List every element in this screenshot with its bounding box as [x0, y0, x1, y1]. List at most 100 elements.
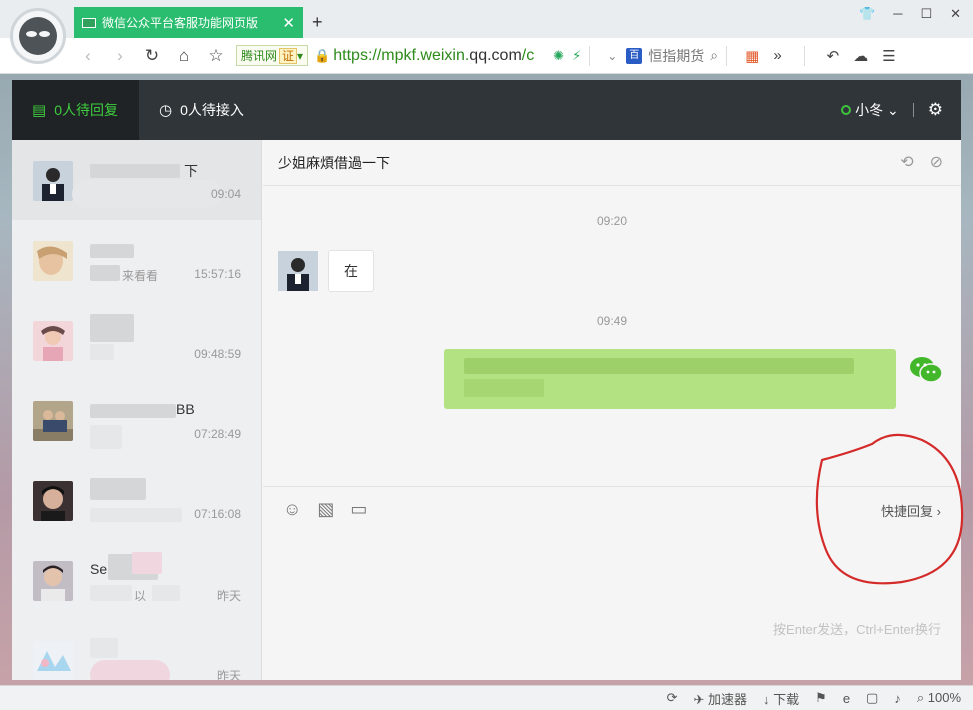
dropdown-chevron-icon[interactable]: ⌄ [598, 49, 626, 63]
close-tab-icon[interactable]: ✕ [282, 14, 295, 32]
blurred-name [90, 244, 134, 258]
browser-tab[interactable]: 微信公众平台客服功能网页版 ✕ [74, 7, 303, 38]
conversation-item[interactable]: 来看看 15:57:16 [12, 220, 261, 300]
blurred-preview [72, 180, 222, 208]
ie-icon[interactable]: e [843, 691, 850, 706]
maximize-button[interactable]: ☐ [920, 6, 932, 22]
transfer-session-icon[interactable]: ⟲ [900, 152, 913, 172]
mask-icon [19, 17, 57, 55]
close-session-icon[interactable]: ⊘ [930, 152, 943, 172]
divider [803, 45, 805, 66]
apps-grid-icon[interactable]: ▦ [745, 47, 759, 65]
url-host: qq.com [469, 46, 522, 64]
avatar[interactable] [278, 251, 318, 291]
conversation-name: 下 [184, 163, 198, 179]
message-list: 09:20 在 09:49 [263, 186, 961, 486]
zoom-level: 100% [927, 690, 961, 705]
forward-button[interactable]: › [106, 46, 134, 66]
chat-header: 少姐麻煩借過一下 ⟲ ⊘ [263, 140, 961, 186]
blurred-preview [90, 344, 114, 360]
download-button[interactable]: ↓ 下载 [763, 689, 799, 708]
conversation-item[interactable]: 下 09:04 [12, 140, 261, 220]
skin-icon[interactable]: 👕 [859, 6, 875, 22]
address-bar: ‹ › ↻ ⌂ ☆ 腾讯网证 ▾ 🔒 https://mpkf.weixin.qq… [0, 38, 973, 74]
wechat-logo-icon [910, 357, 943, 383]
home-button[interactable]: ⌂ [170, 46, 198, 66]
composer: ☺ ▧ ▭ 快捷回复 › 按Enter发送，Ctrl+Enter换行 [263, 486, 961, 680]
image-icon[interactable]: ▧ [317, 499, 334, 520]
tab-pending-accept[interactable]: ◷ 0人待接入 [139, 80, 264, 140]
url-rest: /c [521, 46, 535, 64]
refresh-circle-icon[interactable]: ⟳ [667, 690, 678, 706]
volume-icon[interactable]: ♪ [894, 691, 901, 706]
avatar [33, 161, 73, 201]
conversation-item[interactable]: 07:16:08 [12, 460, 261, 540]
avatar [33, 641, 73, 680]
status-bar: ⟳ ✈ 加速器 ↓ 下载 ⚑ e ▢ ♪ ⌕ 100% [0, 685, 973, 710]
chat-panel: 少姐麻煩借過一下 ⟲ ⊘ 09:20 在 09:49 ☺ ▧ ▭ 快捷回复 › … [263, 140, 961, 680]
new-tab-button[interactable]: + [312, 12, 323, 33]
received-message: 在 [328, 250, 374, 292]
folder-icon[interactable]: ▭ [350, 499, 367, 520]
chat-title: 少姐麻煩借過一下 [278, 154, 390, 171]
online-status-icon [841, 105, 852, 115]
conversation-name: BB [176, 401, 195, 417]
cloud-icon[interactable]: ☁ [853, 47, 868, 65]
blurred-message-text [464, 358, 854, 374]
close-window-button[interactable]: ✕ [950, 6, 961, 22]
search-icon[interactable]: ⌕ [710, 47, 718, 64]
settings-gear-icon[interactable]: ⚙ [928, 100, 943, 120]
tab-pending-accept-label: 0人待接入 [180, 102, 244, 118]
site-identity-badge[interactable]: 腾讯网证 ▾ [236, 45, 309, 66]
conversation-item[interactable]: 昨天 [12, 620, 261, 680]
clock-icon: ◷ [159, 102, 173, 119]
blurred-message-text [464, 379, 544, 397]
menu-icon[interactable]: ☰ [882, 47, 895, 65]
quick-reply-button[interactable]: 快捷回复 › [881, 501, 941, 520]
search-box[interactable]: 百 恒指期货 ⌕ [626, 46, 718, 66]
favorite-star-icon[interactable]: ☆ [202, 46, 230, 66]
window-icon[interactable]: ▢ [866, 690, 878, 706]
lightning-icon[interactable]: ⚡ [572, 48, 581, 64]
url-field[interactable]: https://mpkf.weixin.qq.com/c [333, 47, 549, 65]
conversation-list: 下 09:04 来看看 15:57:16 09:48:59 BB 07:28:4… [12, 140, 262, 680]
speedup-icon[interactable]: ✺ [553, 48, 564, 64]
minimize-button[interactable]: ─ [893, 6, 902, 22]
zoom-control[interactable]: ⌕ 100% [917, 690, 961, 706]
back-button[interactable]: ‹ [74, 46, 102, 66]
blurred-name [90, 164, 180, 178]
blurred-name [90, 638, 118, 658]
agent-status[interactable]: 小冬 ⌄ [841, 100, 899, 120]
url-scheme: https://mpkf.weixin. [333, 46, 470, 64]
divider [589, 45, 591, 66]
window-controls: 👕 ─ ☐ ✕ [859, 6, 961, 22]
blurred-name [90, 404, 176, 418]
blurred-preview [152, 585, 180, 601]
conversation-time: 15:57:16 [194, 267, 241, 281]
blurred-preview [90, 585, 132, 601]
site-badge-label: 腾讯网 [241, 49, 278, 63]
accelerator-button[interactable]: ✈ 加速器 [693, 689, 747, 708]
avatar [33, 401, 73, 441]
blurred-preview [90, 425, 122, 449]
flag-icon[interactable]: ⚑ [815, 690, 827, 706]
lock-icon[interactable]: 🔒 [314, 48, 330, 64]
kf-app: ▤ 0人待回复 ◷ 0人待接入 小冬 ⌄ ⚙ 下 09:04 来看看 15:57 [12, 80, 961, 680]
conversation-preview: 来看看 [122, 269, 159, 283]
emoji-icon[interactable]: ☺ [283, 499, 301, 520]
avatar [33, 241, 73, 281]
undo-icon[interactable]: ↶ [827, 47, 840, 65]
more-chevron-icon[interactable]: » [773, 47, 781, 64]
divider [912, 103, 914, 117]
tab-title: 微信公众平台客服功能网页版 [102, 16, 259, 30]
refresh-button[interactable]: ↻ [138, 46, 166, 66]
conversation-time: 09:04 [210, 187, 241, 201]
sent-message [444, 349, 896, 409]
conversation-item[interactable]: 09:48:59 [12, 300, 261, 380]
conversation-item[interactable]: BB 07:28:49 [12, 380, 261, 460]
divider [726, 45, 728, 66]
blurred-name [90, 478, 146, 500]
browser-logo[interactable] [10, 8, 66, 64]
conversation-item[interactable]: Se 以 昨天 [12, 540, 261, 620]
tab-pending-reply[interactable]: ▤ 0人待回复 [12, 80, 139, 140]
